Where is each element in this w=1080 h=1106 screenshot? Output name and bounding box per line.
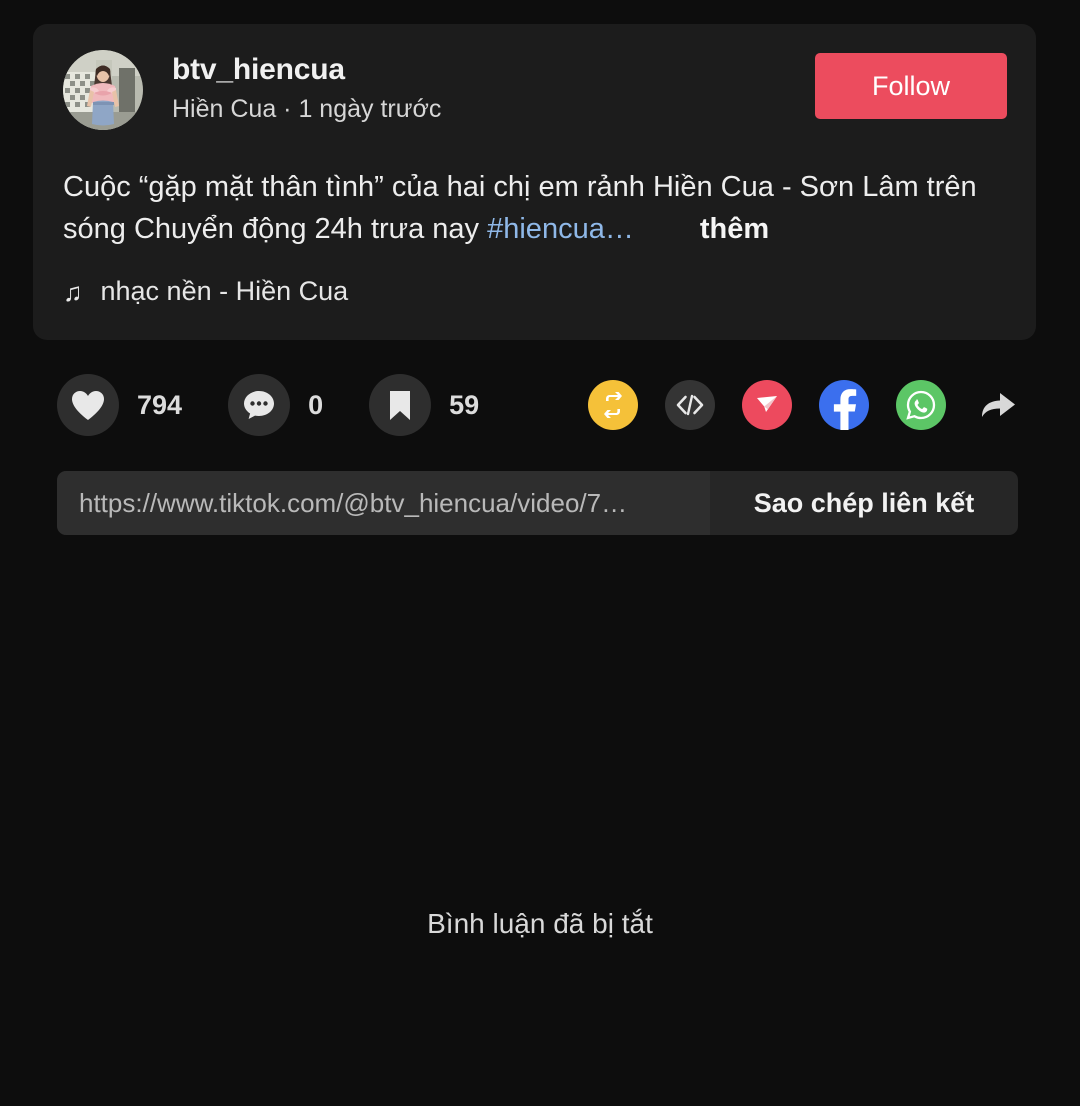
copy-link-button[interactable]: Sao chép liên kết	[710, 471, 1018, 535]
caption-more-button[interactable]: thêm	[700, 213, 769, 245]
share-group	[588, 380, 1023, 430]
heart-icon	[72, 390, 104, 420]
action-bar: 794 0 59	[57, 372, 1023, 438]
repost-button[interactable]	[588, 380, 638, 430]
author-meta: btv_hiencua Hiền Cua · 1 ngày trước	[172, 50, 441, 126]
author-row: btv_hiencua Hiền Cua · 1 ngày trước Foll…	[63, 50, 1007, 140]
music-row[interactable]: ♫ nhạc nền - Hiền Cua	[63, 276, 1006, 307]
follow-button[interactable]: Follow	[815, 53, 1007, 119]
caption-hashtag[interactable]: #hiencua…	[487, 213, 634, 245]
video-url-input[interactable]	[57, 471, 710, 535]
comment-count: 0	[308, 389, 324, 420]
copy-link-bar: Sao chép liên kết	[57, 471, 1018, 535]
whatsapp-icon	[906, 390, 936, 420]
tiktok-share-panel: btv_hiencua Hiền Cua · 1 ngày trước Foll…	[0, 0, 1080, 1106]
like-button[interactable]	[57, 374, 119, 436]
like-stat: 794	[57, 374, 182, 436]
bookmark-icon	[390, 390, 411, 420]
post-caption: Cuộc “gặp mặt thân tình” của hai chị em …	[63, 166, 998, 250]
comment-icon	[244, 391, 275, 419]
music-note-icon: ♫	[63, 276, 83, 307]
comment-button[interactable]	[228, 374, 291, 436]
bookmark-stat: 59	[369, 374, 479, 436]
zalo-share-button[interactable]	[742, 380, 792, 430]
embed-code-icon	[676, 394, 704, 416]
comment-stat: 0	[228, 374, 323, 436]
share-arrow-icon	[982, 393, 1015, 417]
bookmark-button[interactable]	[369, 374, 432, 436]
avatar[interactable]	[63, 50, 143, 130]
author-subline: Hiền Cua · 1 ngày trước	[172, 95, 442, 123]
comments-disabled-message: Bình luận đã bị tắt	[427, 908, 653, 939]
share-arrow-button[interactable]	[973, 380, 1023, 430]
facebook-icon	[833, 389, 857, 430]
whatsapp-share-button[interactable]	[896, 380, 946, 430]
like-count: 794	[137, 389, 183, 420]
post-card: btv_hiencua Hiền Cua · 1 ngày trước Foll…	[33, 24, 1036, 340]
zalo-icon	[757, 396, 777, 412]
avatar-image	[63, 50, 143, 130]
bookmark-count: 59	[449, 389, 480, 420]
author-handle[interactable]: btv_hiencua	[172, 52, 441, 88]
repost-icon	[604, 392, 622, 418]
facebook-share-button[interactable]	[819, 380, 869, 430]
music-label: nhạc nền - Hiền Cua	[100, 276, 349, 306]
embed-code-button[interactable]	[665, 380, 715, 430]
